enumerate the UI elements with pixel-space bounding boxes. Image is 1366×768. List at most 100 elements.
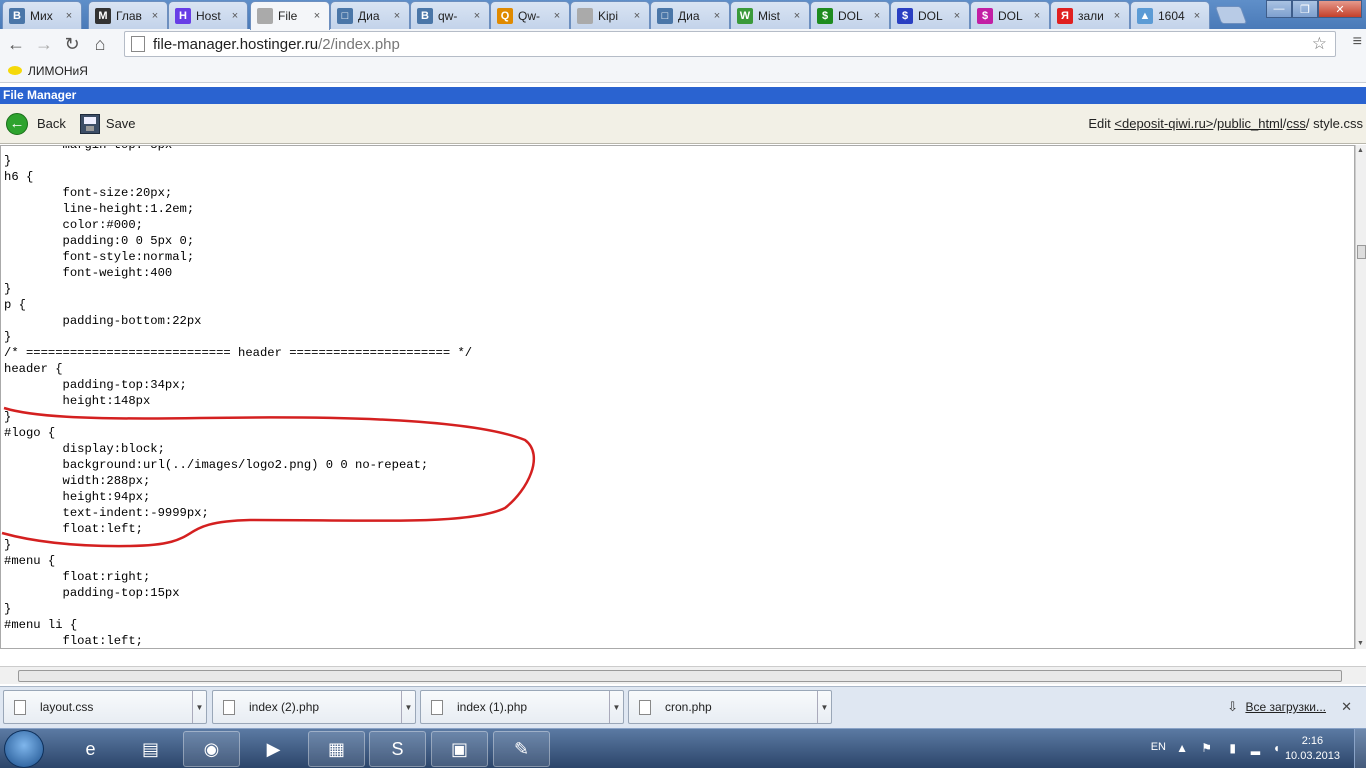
battery-icon[interactable]: ▮ [1229,741,1236,755]
tab-close-icon[interactable]: × [951,10,963,22]
wrench-menu-icon[interactable]: ≡ [1353,33,1362,51]
tab-close-icon[interactable]: × [471,10,483,22]
back-arrow-icon[interactable]: ← [2,31,30,57]
flag-icon[interactable]: ⚑ [1201,741,1212,755]
tab-close-icon[interactable]: × [631,10,643,22]
maximize-icon[interactable]: ❐ [1292,0,1318,18]
download-item[interactable]: index (2).php ▼ [212,690,416,724]
save-button[interactable]: Save [72,113,136,134]
url-host: file-manager.hostinger.ru [153,35,319,53]
task-manager-icon[interactable]: ▦ [308,731,365,767]
file-icon [431,699,443,715]
scroll-down-icon[interactable]: ▼ [1357,640,1364,647]
browser-tab[interactable]: М Глав × [88,1,168,29]
tab-label: DOL [838,8,863,23]
tab-label: Диа [678,8,700,23]
skype-icon[interactable]: S [369,731,426,767]
bookmark-star-icon[interactable]: ☆ [1312,34,1327,54]
dropdown-arrow-icon[interactable]: ▼ [609,691,623,723]
browser-tab[interactable]: W Mist × [730,1,810,29]
chrome-icon[interactable]: ◉ [183,731,240,767]
horizontal-scroll-thumb[interactable] [18,670,1342,682]
scroll-up-icon[interactable]: ▲ [1357,147,1364,154]
browser-tab[interactable]: $ DOL × [810,1,890,29]
network-icon[interactable]: ▂ [1251,741,1260,755]
browser-tab[interactable]: Язали × [1050,1,1130,29]
minimize-icon[interactable]: — [1266,0,1292,18]
tab-close-icon[interactable]: × [1191,10,1203,22]
browser-tab[interactable]: □ Диа × [330,1,410,29]
path-domain-link[interactable]: <deposit-qiwi.ru> [1114,116,1213,131]
windows-taskbar: e ▤ ◉ ▶ ▦ S ▣ ✎ EN ▲ ⚑ ▮ ▂ ◖ 2:16 10.03.… [0,728,1366,768]
dropdown-arrow-icon[interactable]: ▼ [817,691,831,723]
back-circle-icon: ← [6,112,28,135]
bookmark-item[interactable]: ЛИМОНиЯ [28,64,88,78]
back-button[interactable]: ← Back [6,112,66,135]
browser-tab[interactable]: File × [250,1,330,30]
close-downloads-icon[interactable]: ✕ [1341,699,1352,715]
vertical-scrollbar[interactable]: ▲ ▼ [1355,145,1366,649]
scroll-thumb[interactable] [1357,245,1366,259]
download-item[interactable]: index (1).php ▼ [420,690,624,724]
forward-arrow-icon[interactable]: → [30,31,58,57]
back-label: Back [37,116,66,131]
browser-tab[interactable]: Q Qw- × [490,1,570,29]
browser-tab[interactable]: Kipi × [570,1,650,29]
tab-close-icon[interactable]: × [711,10,723,22]
file-icon [14,699,26,715]
tab-close-icon[interactable]: × [1031,10,1043,22]
download-item[interactable]: layout.css ▼ [3,690,207,724]
browser-tab[interactable]: $ DOL × [890,1,970,29]
browser-tab[interactable]: H Host × [168,1,248,29]
dropdown-arrow-icon[interactable]: ▼ [401,691,415,723]
reload-icon[interactable]: ↻ [58,31,86,57]
browser-tab[interactable]: $ DOL × [970,1,1050,29]
file-manager-title: File Manager [0,87,1366,104]
start-button[interactable] [4,730,44,768]
ie-icon[interactable]: e [62,731,119,767]
address-bar[interactable]: file-manager.hostinger.ru/2/index.php ☆ [124,31,1336,57]
language-indicator[interactable]: EN [1151,741,1166,753]
tab-label: Глав [116,8,142,23]
browser-tab[interactable]: ▲ 1604 × [1130,1,1210,29]
tab-close-icon[interactable]: × [791,10,803,22]
save-label: Save [105,116,136,131]
download-item[interactable]: cron.php ▼ [628,690,832,724]
tab-label: Kipi [598,8,619,23]
path-css-link[interactable]: css [1286,116,1306,131]
tab-close-icon[interactable]: × [311,10,323,22]
clock-time: 2:16 [1301,735,1324,747]
tab-close-icon[interactable]: × [1111,10,1123,22]
tab-close-icon[interactable]: × [149,10,161,22]
dropdown-arrow-icon[interactable]: ▼ [192,691,206,723]
browser-tab[interactable]: Вqw- × [410,1,490,29]
tab-close-icon[interactable]: × [551,10,563,22]
hostinger-icon: H [175,7,191,24]
volume-icon[interactable]: ◖ [1273,741,1280,755]
tab-close-icon[interactable]: × [391,10,403,22]
explorer-folder-icon[interactable]: ▤ [122,731,179,767]
tray-expand-icon[interactable]: ▲ [1176,741,1188,755]
browser-tab[interactable]: □ Диа × [650,1,730,29]
system-clock[interactable]: 2:16 10.03.2013 [1285,734,1340,764]
tab-close-icon[interactable]: × [871,10,883,22]
dialog-icon: □ [657,7,673,24]
home-icon[interactable]: ⌂ [86,31,114,57]
url-text[interactable]: file-manager.hostinger.ru/2/index.php [153,36,400,53]
browser-tab[interactable]: В Мих × [2,1,82,29]
archive-icon[interactable]: ▣ [431,731,488,767]
mail-m-icon: М [95,7,111,24]
close-window-icon[interactable]: ✕ [1318,0,1362,18]
qiwi-icon: Q [497,7,513,24]
horizontal-scrollbar[interactable] [0,666,1366,684]
paint-icon[interactable]: ✎ [493,731,550,767]
code-text[interactable]: margin-top: 8px } h6 { font-size:20px; l… [1,146,1354,648]
new-tab-button[interactable] [1214,6,1248,24]
code-editor[interactable]: margin-top: 8px } h6 { font-size:20px; l… [0,145,1355,649]
media-player-icon[interactable]: ▶ [245,731,302,767]
all-downloads-link[interactable]: Все загрузки... [1245,700,1326,714]
tab-close-icon[interactable]: × [63,10,75,22]
show-desktop-button[interactable] [1354,729,1366,768]
path-public-html-link[interactable]: public_html [1217,116,1283,131]
tab-close-icon[interactable]: × [229,10,241,22]
